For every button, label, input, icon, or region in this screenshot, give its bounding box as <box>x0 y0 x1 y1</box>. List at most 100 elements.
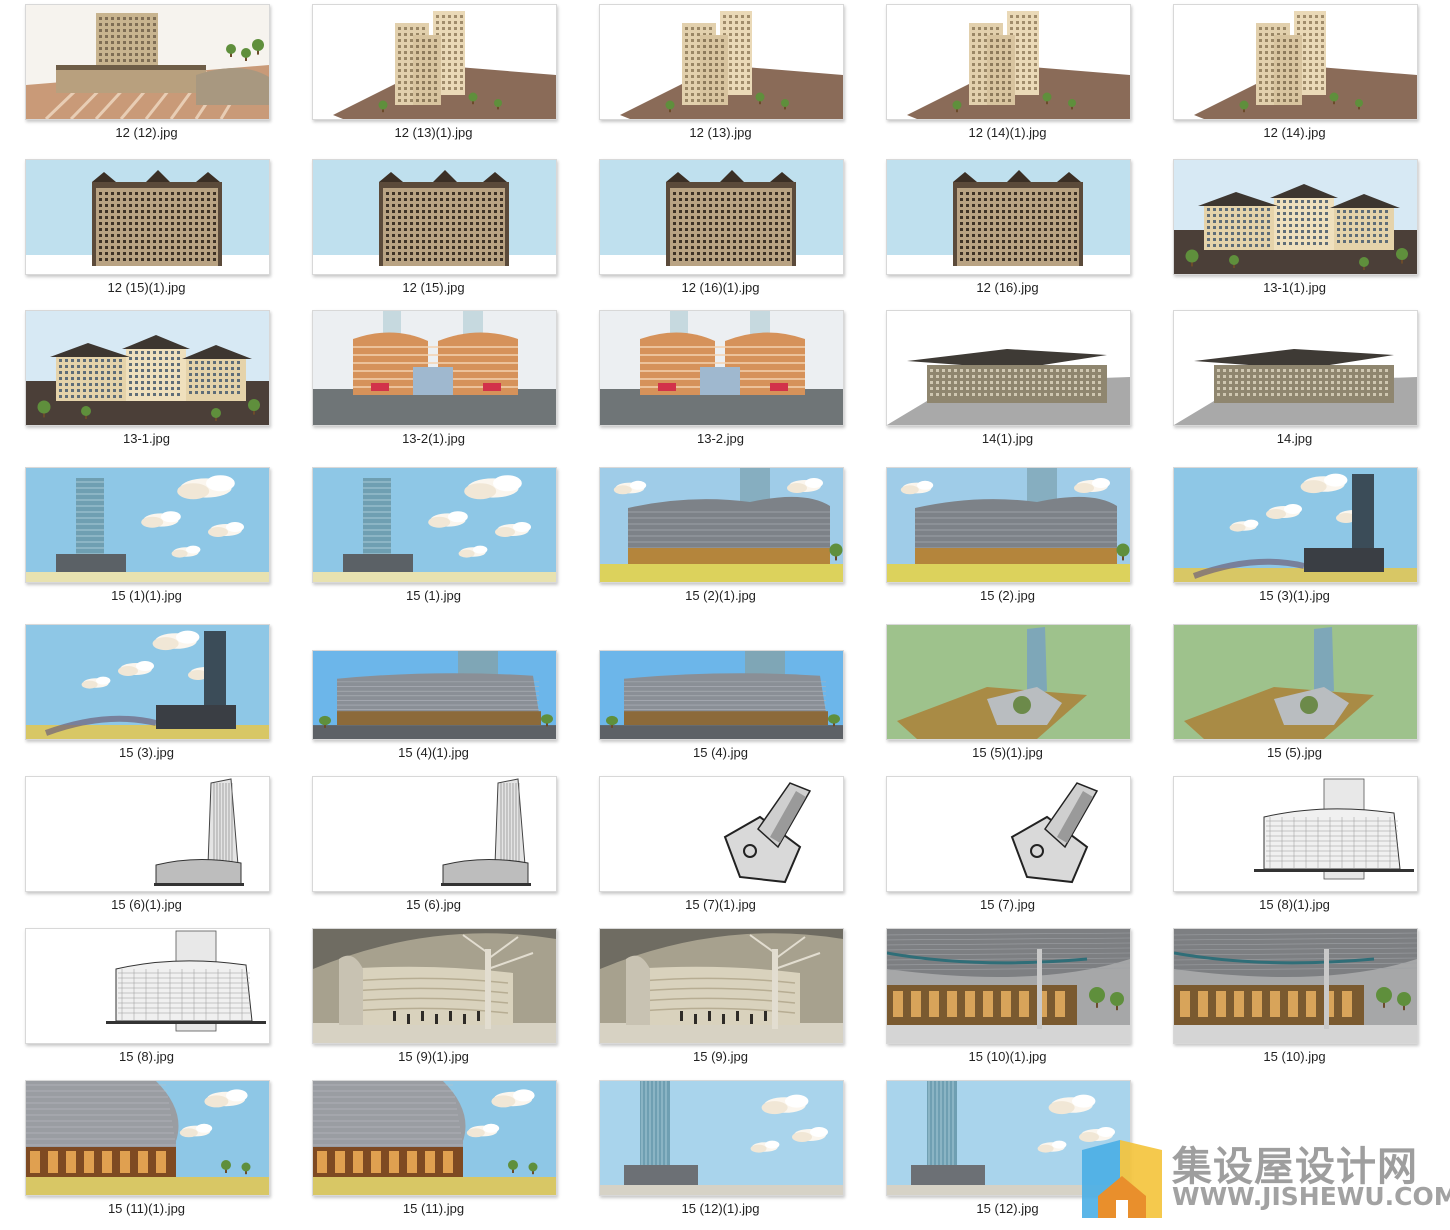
thumbnail-image[interactable] <box>599 650 844 740</box>
thumbnail-tile[interactable]: 15 (1).jpg <box>287 467 574 617</box>
thumbnail-image[interactable] <box>886 467 1131 583</box>
thumbnail-image[interactable] <box>599 1080 844 1196</box>
thumbnail-tile[interactable]: 12 (16)(1).jpg <box>574 159 861 309</box>
thumbnail-tile[interactable]: 12 (15).jpg <box>287 159 574 309</box>
thumbnail-image[interactable] <box>1173 624 1418 740</box>
thumbnail-image[interactable] <box>312 650 557 740</box>
thumbnail-tile[interactable]: 12 (12).jpg <box>0 4 287 154</box>
thumbnail-tile[interactable]: 15 (6).jpg <box>287 776 574 926</box>
thumbnail-tile[interactable]: 14.jpg <box>1148 310 1435 460</box>
thumbnail-image[interactable] <box>1173 4 1418 120</box>
thumbnail-tile[interactable]: 14(1).jpg <box>861 310 1148 460</box>
thumbnail-filename: 15 (4)(1).jpg <box>398 745 469 760</box>
thumbnail-tile[interactable]: 13-2.jpg <box>574 310 861 460</box>
thumbnail-filename: 15 (4).jpg <box>693 745 748 760</box>
thumbnail-image[interactable] <box>25 310 270 426</box>
thumbnail-tile[interactable]: 15 (3).jpg <box>0 624 287 774</box>
thumbnail-grid: 12 (12).jpg 12 (13)(1).jpg 12 (13).jpg 12 (… <box>0 0 1450 1222</box>
thumbnail-filename: 15 (2)(1).jpg <box>685 588 756 603</box>
thumbnail-image[interactable] <box>599 776 844 892</box>
thumbnail-tile[interactable]: 15 (9).jpg <box>574 928 861 1078</box>
thumbnail-image[interactable] <box>312 928 557 1044</box>
thumbnail-tile[interactable]: 12 (16).jpg <box>861 159 1148 309</box>
thumbnail-filename: 15 (10).jpg <box>1263 1049 1326 1064</box>
thumbnail-tile[interactable]: 15 (5)(1).jpg <box>861 624 1148 774</box>
thumbnail-filename: 15 (6)(1).jpg <box>111 897 182 912</box>
thumbnail-filename: 15 (8).jpg <box>119 1049 174 1064</box>
thumbnail-tile[interactable]: 15 (7).jpg <box>861 776 1148 926</box>
thumbnail-tile[interactable]: 12 (15)(1).jpg <box>0 159 287 309</box>
thumbnail-filename: 14.jpg <box>1276 431 1313 446</box>
thumbnail-image[interactable] <box>886 310 1131 426</box>
thumbnail-tile[interactable]: 13-2(1).jpg <box>287 310 574 460</box>
thumbnail-tile[interactable]: 13-1(1).jpg <box>1148 159 1435 309</box>
thumbnail-tile[interactable]: 15 (11).jpg <box>287 1080 574 1230</box>
thumbnail-tile[interactable]: 15 (2)(1).jpg <box>574 467 861 617</box>
thumbnail-image[interactable] <box>25 624 270 740</box>
thumbnail-tile[interactable]: 15 (11)(1).jpg <box>0 1080 287 1230</box>
thumbnail-image[interactable] <box>25 4 270 120</box>
thumbnail-image[interactable] <box>25 159 270 275</box>
thumbnail-filename: 12 (15).jpg <box>402 280 465 295</box>
thumbnail-tile[interactable]: 15 (5).jpg <box>1148 624 1435 774</box>
thumbnail-image[interactable] <box>599 159 844 275</box>
thumbnail-filename: 15 (6).jpg <box>406 897 461 912</box>
thumbnail-image[interactable] <box>886 159 1131 275</box>
thumbnail-tile[interactable]: 15 (8).jpg <box>0 928 287 1078</box>
thumbnail-image[interactable] <box>312 1080 557 1196</box>
thumbnail-tile[interactable]: 15 (4)(1).jpg <box>287 624 574 774</box>
thumbnail-image[interactable] <box>25 1080 270 1196</box>
thumbnail-filename: 12 (14).jpg <box>1263 125 1326 140</box>
thumbnail-filename: 13-1.jpg <box>123 431 170 446</box>
thumbnail-image[interactable] <box>1173 310 1418 426</box>
thumbnail-tile[interactable]: 15 (3)(1).jpg <box>1148 467 1435 617</box>
thumbnail-image[interactable] <box>599 928 844 1044</box>
thumbnail-tile[interactable]: 12 (14).jpg <box>1148 4 1435 154</box>
thumbnail-image[interactable] <box>312 4 557 120</box>
thumbnail-image[interactable] <box>886 624 1131 740</box>
thumbnail-filename: 15 (9).jpg <box>693 1049 748 1064</box>
thumbnail-filename: 15 (3)(1).jpg <box>1259 588 1330 603</box>
thumbnail-tile[interactable]: 15 (2).jpg <box>861 467 1148 617</box>
thumbnail-filename: 13-1(1).jpg <box>1263 280 1326 295</box>
thumbnail-image[interactable] <box>599 310 844 426</box>
thumbnail-filename: 12 (16)(1).jpg <box>681 280 760 295</box>
thumbnail-tile[interactable]: 15 (8)(1).jpg <box>1148 776 1435 926</box>
thumbnail-tile[interactable]: 12 (14)(1).jpg <box>861 4 1148 154</box>
thumbnail-image[interactable] <box>886 928 1131 1044</box>
thumbnail-tile[interactable]: 15 (10)(1).jpg <box>861 928 1148 1078</box>
thumbnail-tile[interactable]: 15 (7)(1).jpg <box>574 776 861 926</box>
thumbnail-tile[interactable]: 13-1.jpg <box>0 310 287 460</box>
thumbnail-image[interactable] <box>25 776 270 892</box>
thumbnail-image[interactable] <box>312 776 557 892</box>
thumbnail-image[interactable] <box>25 467 270 583</box>
thumbnail-image[interactable] <box>1173 928 1418 1044</box>
thumbnail-image[interactable] <box>1173 776 1418 892</box>
thumbnail-filename: 15 (7).jpg <box>980 897 1035 912</box>
thumbnail-image[interactable] <box>1173 467 1418 583</box>
thumbnail-tile[interactable]: 12 (13)(1).jpg <box>287 4 574 154</box>
thumbnail-tile[interactable]: 15 (10).jpg <box>1148 928 1435 1078</box>
thumbnail-tile[interactable]: 15 (1)(1).jpg <box>0 467 287 617</box>
thumbnail-filename: 15 (9)(1).jpg <box>398 1049 469 1064</box>
thumbnail-image[interactable] <box>312 310 557 426</box>
thumbnail-image[interactable] <box>886 4 1131 120</box>
thumbnail-image[interactable] <box>312 467 557 583</box>
thumbnail-image[interactable] <box>599 467 844 583</box>
house-logo-icon <box>1082 1140 1162 1218</box>
thumbnail-image[interactable] <box>312 159 557 275</box>
thumbnail-image[interactable] <box>25 928 270 1044</box>
thumbnail-filename: 12 (13).jpg <box>689 125 752 140</box>
thumbnail-image[interactable] <box>1173 159 1418 275</box>
thumbnail-tile[interactable]: 15 (12)(1).jpg <box>574 1080 861 1230</box>
thumbnail-tile[interactable]: 15 (9)(1).jpg <box>287 928 574 1078</box>
thumbnail-filename: 15 (10)(1).jpg <box>968 1049 1047 1064</box>
thumbnail-image[interactable] <box>886 776 1131 892</box>
thumbnail-tile[interactable]: 15 (4).jpg <box>574 624 861 774</box>
thumbnail-filename: 15 (1).jpg <box>406 588 461 603</box>
thumbnail-filename: 12 (15)(1).jpg <box>107 280 186 295</box>
thumbnail-image[interactable] <box>599 4 844 120</box>
thumbnail-tile[interactable]: 12 (13).jpg <box>574 4 861 154</box>
thumbnail-tile[interactable]: 15 (6)(1).jpg <box>0 776 287 926</box>
thumbnail-filename: 15 (5)(1).jpg <box>972 745 1043 760</box>
